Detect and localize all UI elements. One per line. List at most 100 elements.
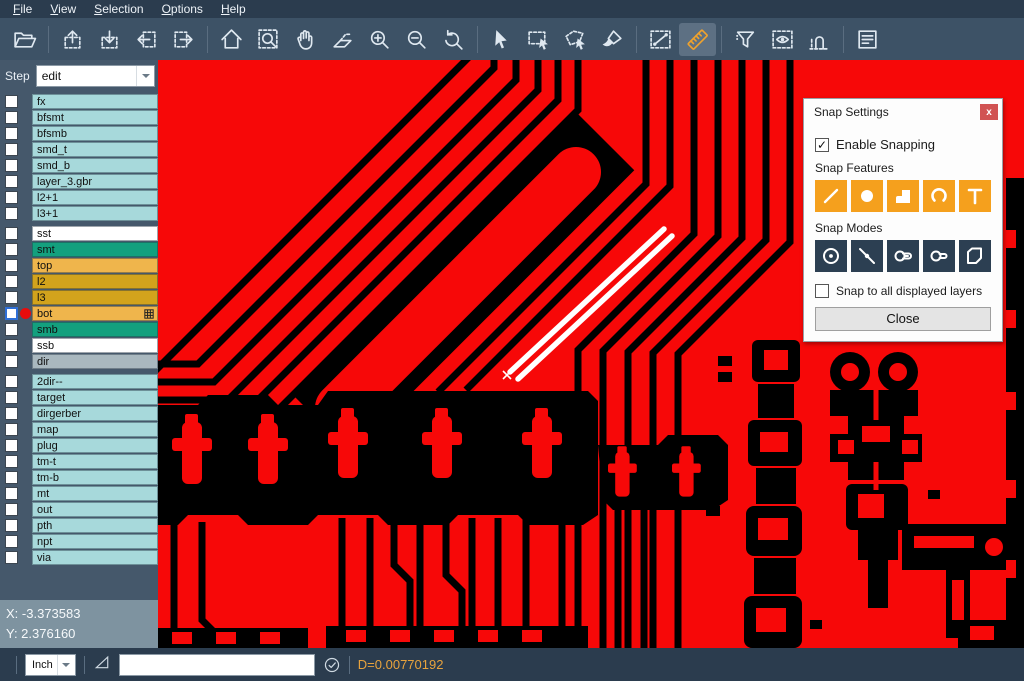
layer-row-smb[interactable]: smb [0,322,158,337]
layer-name[interactable]: plug [32,438,158,453]
snap-mode-center-button[interactable] [815,240,847,272]
zoom-dynamic-button[interactable] [324,23,361,56]
layer-checkbox[interactable] [5,503,18,516]
import-left-button[interactable] [128,23,165,56]
layer-row-mt[interactable]: mt [0,486,158,501]
select-rectangle-button[interactable] [520,23,557,56]
layer-row-via[interactable]: via [0,550,158,565]
layer-row-2dir--[interactable]: 2dir-- [0,374,158,389]
import-right-button[interactable] [165,23,202,56]
chevron-down-icon[interactable] [57,655,75,675]
layer-checkbox[interactable] [5,551,18,564]
import-down-button[interactable] [91,23,128,56]
layer-name[interactable]: fx [32,94,158,109]
snap-feature-surface-button[interactable] [887,180,919,212]
layer-checkbox[interactable] [5,243,18,256]
layer-row-fx[interactable]: fx [0,94,158,109]
menu-help[interactable]: Help [212,1,255,17]
layer-row-ssb[interactable]: ssb [0,338,158,353]
layer-row-l3[interactable]: l3 [0,290,158,305]
layer-name[interactable]: tm-t [32,454,158,469]
enable-snapping-row[interactable]: ✓ Enable Snapping [815,137,991,152]
menu-view[interactable]: View [41,1,85,17]
layer-name[interactable]: smt [32,242,158,257]
dialog-title-bar[interactable]: Snap Settings x [804,99,1002,125]
layer-name[interactable]: pth [32,518,158,533]
layer-checkbox[interactable] [5,519,18,532]
layer-checkbox[interactable] [5,275,18,288]
clear-selection-button[interactable] [594,23,631,56]
unit-combobox[interactable]: Inch [25,654,76,676]
layer-name[interactable]: bfsmb [32,126,158,141]
layer-name[interactable]: 2dir-- [32,374,158,389]
measure-ruler-button[interactable] [679,23,716,56]
enable-snapping-checkbox[interactable]: ✓ [815,138,829,152]
select-pointer-button[interactable] [483,23,520,56]
snap-mode-slot-center-button[interactable] [887,240,919,272]
menu-selection[interactable]: Selection [85,1,152,17]
layer-name[interactable]: smd_b [32,158,158,173]
all-layers-checkbox[interactable] [815,284,829,298]
layer-row-bfsmt[interactable]: bfsmt [0,110,158,125]
layer-checkbox[interactable] [5,111,18,124]
layer-checkbox[interactable] [5,391,18,404]
apply-check-icon[interactable] [323,656,341,674]
zoom-out-button[interactable] [398,23,435,56]
pan-hand-button[interactable] [287,23,324,56]
layer-row-target[interactable]: target [0,390,158,405]
layer-checkbox[interactable] [5,439,18,452]
layer-row-smd_b[interactable]: smd_b [0,158,158,173]
layer-row-l2+1[interactable]: l2+1 [0,190,158,205]
layer-row-npt[interactable]: npt [0,534,158,549]
layer-row-pth[interactable]: pth [0,518,158,533]
layer-row-out[interactable]: out [0,502,158,517]
layer-name[interactable]: ssb [32,338,158,353]
layer-checkbox[interactable] [5,423,18,436]
snap-mode-slot-end-button[interactable] [923,240,955,272]
select-polygon-button[interactable] [557,23,594,56]
view-visibility-button[interactable] [764,23,801,56]
open-file-button[interactable] [6,23,43,56]
chevron-down-icon[interactable] [136,66,154,86]
layer-row-sst[interactable]: sst [0,226,158,241]
layer-checkbox[interactable] [5,355,18,368]
layer-checkbox[interactable] [5,143,18,156]
layer-checkbox[interactable] [5,455,18,468]
layer-checkbox[interactable] [5,95,18,108]
snap-mode-contour-button[interactable] [959,240,991,272]
layer-checkbox[interactable] [5,207,18,220]
layer-name[interactable]: l2 [32,274,158,289]
layer-row-top[interactable]: top [0,258,158,273]
snap-settings-button[interactable] [801,23,838,56]
zoom-previous-button[interactable] [435,23,472,56]
layer-name[interactable]: dirgerber [32,406,158,421]
layer-name[interactable]: mt [32,486,158,501]
layer-row-dir[interactable]: dir [0,354,158,369]
layer-checkbox[interactable] [5,175,18,188]
layer-row-bot[interactable]: bot [0,306,158,321]
report-list-button[interactable] [849,23,886,56]
import-up-button[interactable] [54,23,91,56]
layer-name[interactable]: top [32,258,158,273]
snap-feature-text-button[interactable] [959,180,991,212]
layer-name[interactable]: smd_t [32,142,158,157]
layer-checkbox[interactable] [5,339,18,352]
layer-checkbox[interactable] [5,307,18,320]
layer-row-tm-t[interactable]: tm-t [0,454,158,469]
layer-checkbox[interactable] [5,487,18,500]
layer-name[interactable]: layer_3.gbr [32,174,158,189]
layer-checkbox[interactable] [5,291,18,304]
layer-row-dirgerber[interactable]: dirgerber [0,406,158,421]
layer-checkbox[interactable] [5,159,18,172]
layer-checkbox[interactable] [5,407,18,420]
measure-input[interactable] [119,654,315,676]
layer-checkbox[interactable] [5,227,18,240]
filter-button[interactable] [727,23,764,56]
menu-file[interactable]: File [4,1,41,17]
zoom-home-button[interactable] [213,23,250,56]
layer-name[interactable]: l3+1 [32,206,158,221]
step-combobox[interactable]: edit [36,65,155,87]
layer-row-l3+1[interactable]: l3+1 [0,206,158,221]
layer-row-map[interactable]: map [0,422,158,437]
layer-name[interactable]: tm-b [32,470,158,485]
